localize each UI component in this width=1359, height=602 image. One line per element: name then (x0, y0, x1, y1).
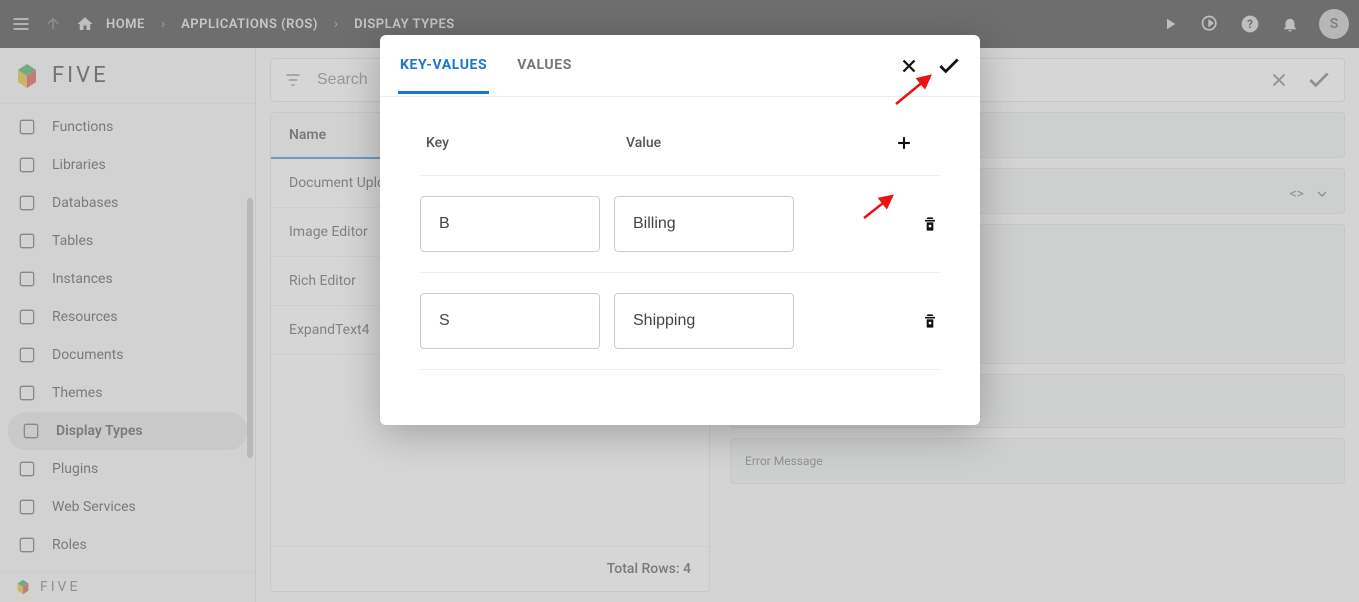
kv-row (420, 176, 940, 273)
delete-row-icon[interactable] (900, 311, 940, 331)
value-input[interactable] (614, 196, 794, 252)
modal-confirm-check-icon[interactable] (936, 53, 962, 79)
kv-row (420, 273, 940, 370)
tab-key-values[interactable]: KEY-VALUES (398, 37, 489, 94)
key-input[interactable] (420, 293, 600, 349)
column-header-value: Value (626, 135, 894, 151)
key-values-modal: KEY-VALUES VALUES Key Value (380, 35, 980, 425)
modal-close-icon[interactable] (896, 53, 922, 79)
value-input[interactable] (614, 293, 794, 349)
column-header-key: Key (426, 135, 626, 151)
key-input[interactable] (420, 196, 600, 252)
delete-row-icon[interactable] (900, 214, 940, 234)
add-row-icon[interactable] (894, 133, 934, 153)
tab-values[interactable]: VALUES (515, 37, 574, 94)
